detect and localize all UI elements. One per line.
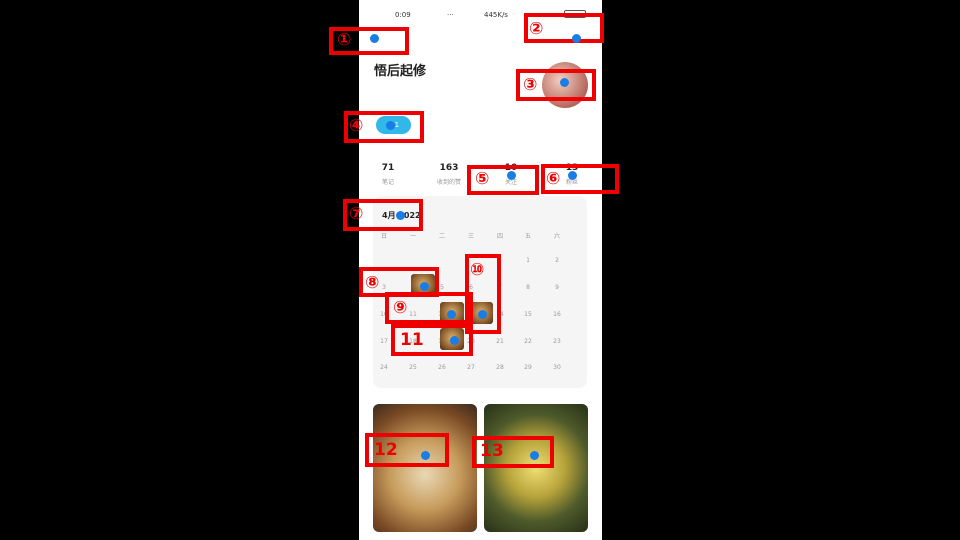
calendar-day[interactable]: 22 — [518, 338, 538, 345]
calendar-day[interactable]: 15 — [518, 311, 538, 318]
annotation-number: ⑥ — [546, 169, 561, 189]
annotation-number: ③ — [523, 75, 538, 95]
annotation-dot — [370, 34, 379, 43]
annotation-dot — [507, 171, 516, 180]
note-card-1[interactable] — [373, 404, 477, 532]
annotation-dot — [447, 310, 456, 319]
annotation-dot — [530, 451, 539, 460]
calendar-day[interactable]: 23 — [547, 338, 567, 345]
annotation-dot — [386, 121, 395, 130]
annotation-number: ⑧ — [365, 273, 380, 293]
calendar-day[interactable]: 1 — [518, 257, 538, 264]
annotation-number: ② — [529, 19, 544, 39]
weekday-label: 二 — [438, 233, 445, 240]
annotation-dot — [572, 34, 581, 43]
weekday-label: 一 — [409, 233, 416, 240]
annotation-number: ⑨ — [393, 298, 408, 318]
annotation-dot — [560, 78, 569, 87]
annotation-number: 12 — [374, 440, 398, 460]
status-time: 0:09 — [395, 11, 411, 19]
status-speed: 445K/s — [484, 11, 508, 19]
calendar-day[interactable]: 2 — [547, 257, 567, 264]
weekday-label: 三 — [467, 233, 474, 240]
annotation-number: 11 — [400, 330, 424, 350]
annotation-dot — [421, 451, 430, 460]
calendar-day[interactable]: 25 — [403, 364, 423, 371]
note-card-2[interactable] — [484, 404, 588, 532]
calendar-day[interactable]: 24 — [374, 364, 394, 371]
calendar-day[interactable]: 30 — [547, 364, 567, 371]
annotation-number: ⑤ — [475, 169, 490, 189]
calendar-day[interactable]: 29 — [518, 364, 538, 371]
calendar-day[interactable]: 16 — [547, 311, 567, 318]
weekday-label: 日 — [380, 233, 387, 240]
weekday-label: 四 — [496, 233, 503, 240]
profile-name: 悟后起修 — [374, 64, 427, 79]
calendar-day[interactable]: 8 — [518, 284, 538, 291]
annotation-dot — [396, 211, 405, 220]
annotation-number: ⑦ — [349, 204, 364, 224]
calendar-day[interactable]: 28 — [490, 364, 510, 371]
annotation-dot — [478, 310, 487, 319]
weekday-label: 六 — [553, 233, 560, 240]
annotation-number: ① — [337, 30, 352, 50]
calendar-day[interactable]: 27 — [461, 364, 481, 371]
stat-likes[interactable]: 163 收到的赞 — [429, 163, 469, 186]
annotation-dot — [450, 336, 459, 345]
annotation-number: ⑩ — [470, 260, 485, 280]
stat-notes[interactable]: 71 笔记 — [368, 163, 408, 186]
annotation-number: 13 — [480, 441, 504, 461]
calendar-day[interactable]: 21 — [490, 338, 510, 345]
calendar-day[interactable]: 9 — [547, 284, 567, 291]
status-more: ··· — [447, 11, 454, 19]
annotation-dot — [568, 171, 577, 180]
weekday-label: 五 — [524, 233, 531, 240]
calendar-day[interactable]: 26 — [432, 364, 452, 371]
annotation-number: ④ — [349, 116, 364, 136]
annotation-dot — [420, 282, 429, 291]
